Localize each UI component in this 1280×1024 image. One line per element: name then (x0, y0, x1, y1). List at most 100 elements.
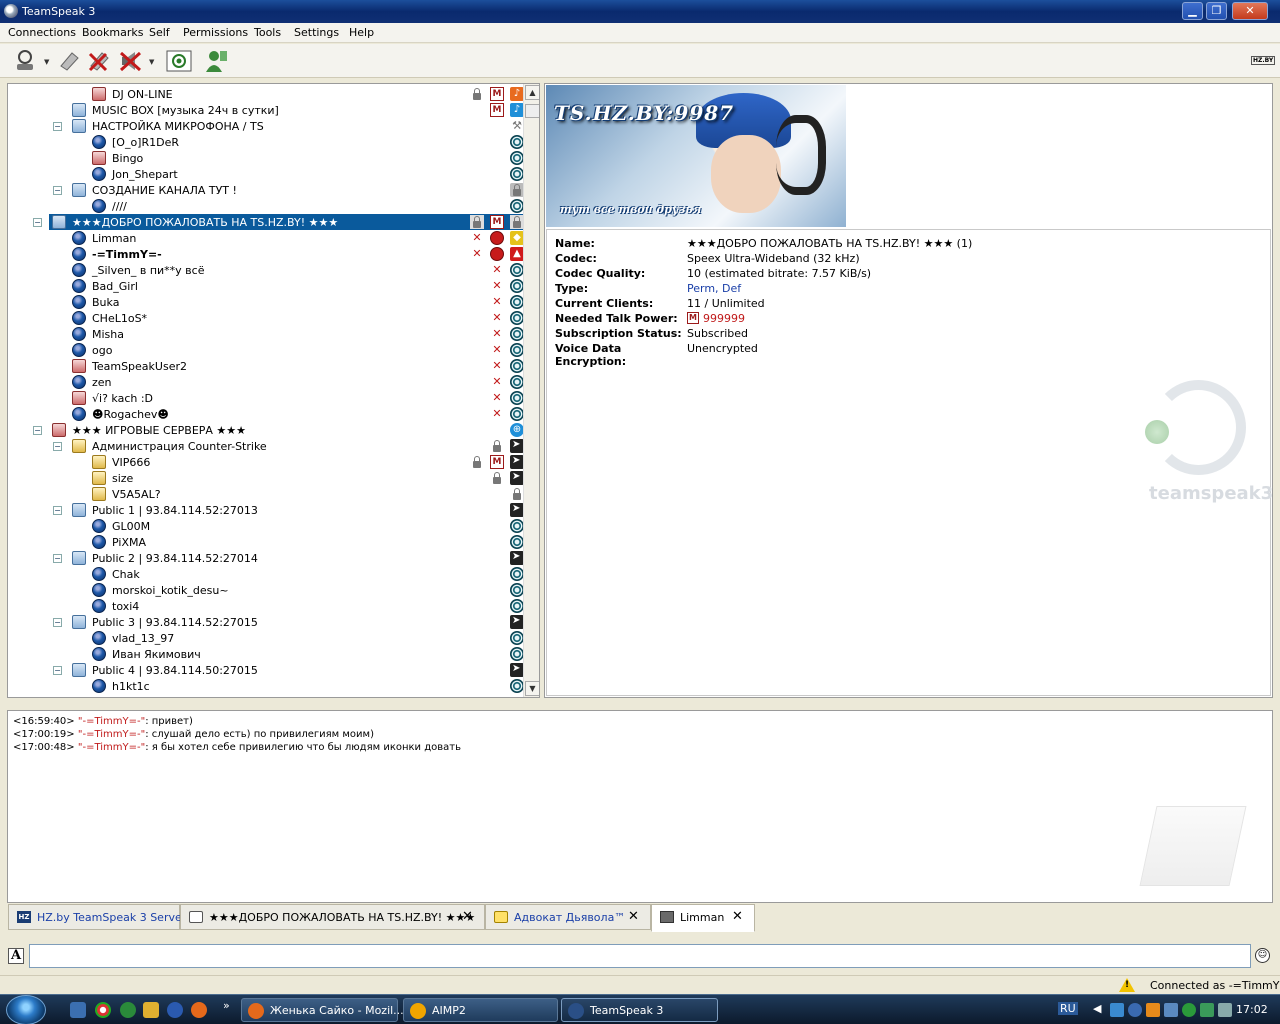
tray-expand-icon[interactable]: ◀ (1093, 1002, 1101, 1015)
chat-sender[interactable]: "-=TimmY=-" (78, 729, 145, 740)
channel-row[interactable]: − Public 3 | 93.84.114.52:27015 (8, 614, 524, 630)
client-row[interactable]: GL00M (8, 518, 524, 534)
client-row[interactable]: -=TimmY=- ✕ ▲ (8, 246, 524, 262)
close-button[interactable]: ✕ (1232, 2, 1268, 20)
minimize-button[interactable]: ▁ (1182, 2, 1203, 20)
chat-sender[interactable]: "-=TimmY=-" (78, 742, 145, 753)
chat-tab[interactable]: ★★★ДОБРО ПОЖАЛОВАТЬ НА TS.HZ.BY! ★★★ ✕ (180, 904, 485, 930)
connect-dropdown-icon[interactable]: ▼ (44, 58, 49, 66)
channel-row[interactable]: DJ ON-LINE M ♪ (8, 86, 524, 102)
menu-tools[interactable]: Tools (254, 26, 281, 39)
taskbar-button[interactable]: Женька Сайко - Mozil... (241, 998, 404, 1022)
client-row[interactable]: Limman ✕ ◆ (8, 230, 524, 246)
client-row[interactable]: toxi4 (8, 598, 524, 614)
channel-row[interactable]: V5A5AL? (8, 486, 524, 502)
client-row[interactable]: CHeL1oS* ✕ (8, 310, 524, 326)
channel-tree[interactable]: DJ ON-LINE M ♪ MUSIC BOX [музыка 24ч в сутк… (7, 83, 540, 698)
channel-row[interactable]: size (8, 470, 524, 486)
tray-network-icon[interactable] (1110, 1003, 1124, 1017)
menu-bookmarks[interactable]: Bookmarks (82, 26, 143, 39)
tree-scrollbar[interactable]: ▲ ▼ (523, 84, 539, 697)
client-row[interactable]: PiXMA (8, 534, 524, 550)
channel-row[interactable]: − НАСТРОЙКА МИКРОФОНА / TS ⚒ (8, 118, 523, 134)
channel-row[interactable]: − ★★★ ИГРОВЫЕ СЕРВЕРА ★★★ ⊕ (8, 422, 524, 438)
chat-tab[interactable]: Limman ✕ (651, 904, 755, 932)
client-row[interactable]: Bad_Girl ✕ (8, 278, 524, 294)
tray-leaf-icon[interactable] (1182, 1003, 1196, 1017)
collapse-toggle-icon[interactable]: − (33, 426, 42, 435)
client-row[interactable]: ☻Rogachev☻ ✕ (8, 406, 524, 422)
channel-row[interactable]: − Public 1 | 93.84.114.52:27013 (8, 502, 524, 518)
collapse-toggle-icon[interactable]: − (53, 506, 62, 515)
collapse-toggle-icon[interactable]: − (53, 442, 62, 451)
client-row[interactable]: Chak (8, 566, 524, 582)
chat-log[interactable]: <16:59:40> "-=TimmY=-": привет) <17:00:19… (7, 710, 1273, 903)
quicklaunch-firefox-icon[interactable] (191, 1002, 207, 1018)
bookmark-icon[interactable] (56, 48, 82, 74)
taskbar-button[interactable]: AIMP2 (403, 998, 558, 1022)
chat-tab[interactable]: Адвокат Дьявола™ ✕ (485, 904, 651, 930)
scroll-thumb[interactable] (525, 104, 539, 118)
mute-microphone-icon[interactable] (86, 48, 112, 74)
client-row[interactable]: Jon_Shepart (8, 166, 524, 182)
taskbar-clock[interactable]: 17:02 (1236, 1003, 1268, 1016)
tray-monitor-icon[interactable] (1164, 1003, 1178, 1017)
tray-volume-icon[interactable] (1218, 1003, 1232, 1017)
client-row[interactable]: Misha ✕ (8, 326, 524, 342)
contacts-icon[interactable] (203, 48, 229, 74)
client-row[interactable]: vlad_13_97 (8, 630, 524, 646)
maximize-button[interactable]: ❐ (1206, 2, 1227, 20)
menu-permissions[interactable]: Permissions (183, 26, 248, 39)
close-tab-icon[interactable]: ✕ (732, 909, 743, 924)
font-format-button[interactable]: A (8, 948, 24, 964)
quicklaunch-chrome-icon[interactable] (95, 1002, 111, 1018)
chat-message-input[interactable] (29, 944, 1251, 968)
quicklaunch-icq-icon[interactable] (120, 1002, 136, 1018)
collapse-toggle-icon[interactable]: − (53, 666, 62, 675)
channel-row[interactable]: − ★★★ДОБРО ПОЖАЛОВАТЬ НА TS.HZ.BY! ★★★ M (33, 214, 524, 230)
channel-row[interactable]: − Public 2 | 93.84.114.52:27014 (8, 550, 524, 566)
start-button[interactable] (6, 995, 46, 1024)
client-row[interactable]: [O_o]R1DeR (8, 134, 524, 150)
channel-row[interactable]: VIP666 M (8, 454, 524, 470)
client-row[interactable]: zen ✕ (8, 374, 524, 390)
mute-speakers-icon[interactable] (118, 48, 144, 74)
menu-self[interactable]: Self (149, 26, 170, 39)
collapse-toggle-icon[interactable]: − (53, 554, 62, 563)
client-row[interactable]: //// (8, 198, 524, 214)
warning-icon[interactable] (1119, 978, 1135, 992)
client-row[interactable]: ogo ✕ (8, 342, 524, 358)
emoticon-button[interactable]: ☺ (1255, 948, 1270, 963)
collapse-toggle-icon[interactable]: − (33, 218, 42, 227)
chat-sender[interactable]: "-=TimmY=-" (78, 716, 145, 727)
client-row[interactable]: Buka ✕ (8, 294, 524, 310)
away-status-icon[interactable] (166, 48, 192, 74)
speakers-dropdown-icon[interactable]: ▼ (149, 58, 154, 66)
client-row[interactable]: TeamSpeakUser2 ✕ (8, 358, 524, 374)
collapse-toggle-icon[interactable]: − (53, 618, 62, 627)
quicklaunch-explorer-icon[interactable] (70, 1002, 86, 1018)
channel-row[interactable]: MUSIC BOX [музыка 24ч в сутки] M ♪ (8, 102, 524, 118)
chat-tab[interactable]: HZ HZ.by TeamSpeak 3 Server (8, 904, 186, 930)
scroll-down-button[interactable]: ▼ (525, 681, 539, 696)
tray-app-icon[interactable] (1146, 1003, 1160, 1017)
tray-globe-icon[interactable] (1128, 1003, 1142, 1017)
channel-row[interactable]: − Администрация Counter-Strike (8, 438, 524, 454)
menu-help[interactable]: Help (349, 26, 374, 39)
menu-connections[interactable]: Connections (8, 26, 76, 39)
channel-row[interactable]: − СОЗДАНИЕ КАНАЛА ТУТ ! (8, 182, 524, 198)
taskbar-button[interactable]: TeamSpeak 3 (561, 998, 718, 1022)
collapse-toggle-icon[interactable]: − (53, 186, 62, 195)
channel-row[interactable]: − Public 4 | 93.84.114.50:27015 (8, 662, 524, 678)
quicklaunch-c-icon[interactable] (167, 1002, 183, 1018)
quicklaunch-folder-icon[interactable] (143, 1002, 159, 1018)
scroll-up-button[interactable]: ▲ (525, 85, 539, 100)
close-tab-icon[interactable]: ✕ (462, 909, 473, 924)
language-indicator[interactable]: RU (1058, 1002, 1078, 1015)
client-row[interactable]: Bingo (8, 150, 524, 166)
quicklaunch-more-icon[interactable]: » (223, 999, 230, 1012)
connect-icon[interactable] (12, 48, 38, 74)
close-tab-icon[interactable]: ✕ (628, 909, 639, 924)
tray-sync-icon[interactable] (1200, 1003, 1214, 1017)
client-row[interactable]: h1kt1c (8, 678, 524, 694)
